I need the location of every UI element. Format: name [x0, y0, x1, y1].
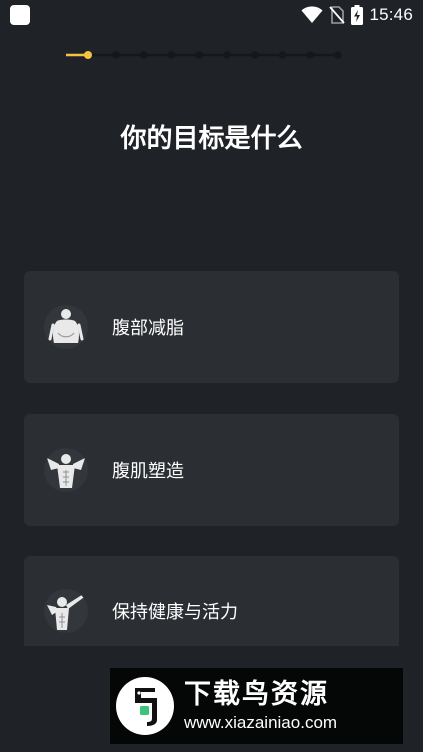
wifi-icon — [301, 6, 323, 24]
belly-figure-icon — [44, 305, 88, 349]
goal-option-stay-healthy[interactable]: 保持健康与活力 — [24, 556, 399, 646]
app-indicator-icon — [10, 5, 30, 25]
stepper-dot — [278, 51, 287, 59]
stepper-dot — [250, 51, 259, 59]
status-icons: 15:46 — [301, 5, 413, 25]
flex-pose-icon — [44, 589, 88, 633]
status-bar: 15:46 — [0, 0, 423, 30]
option-label: 腹肌塑造 — [112, 461, 184, 482]
stepper-dot — [334, 51, 342, 59]
battery-charging-icon — [351, 5, 364, 25]
status-time: 15:46 — [369, 5, 413, 24]
progress-stepper — [66, 49, 342, 61]
watermark-title: 下载鸟资源 — [184, 679, 329, 710]
bird-logo-icon — [116, 677, 174, 735]
watermark-text: 下载鸟资源 www.xiazainiao.com — [184, 678, 337, 734]
no-sim-icon — [329, 6, 346, 24]
goal-option-abs-sculpting[interactable]: 腹肌塑造 — [24, 414, 399, 526]
stepper-dot-active — [84, 51, 92, 59]
muscle-figure-icon — [44, 448, 88, 492]
stepper-dot — [167, 51, 176, 59]
stepper-dot — [223, 51, 231, 59]
option-label: 保持健康与活力 — [112, 602, 238, 623]
page-title: 你的目标是什么 — [120, 124, 303, 154]
stepper-dot — [111, 51, 120, 59]
stepper-dot — [195, 51, 203, 59]
watermark-banner: 下载鸟资源 www.xiazainiao.com — [110, 668, 403, 744]
stepper-dot — [139, 51, 148, 59]
stepper-dot — [306, 51, 315, 59]
option-label: 腹部减脂 — [112, 318, 184, 339]
goal-option-belly-fat-loss[interactable]: 腹部减脂 — [24, 271, 399, 383]
watermark-url: www.xiazainiao.com — [184, 713, 338, 732]
